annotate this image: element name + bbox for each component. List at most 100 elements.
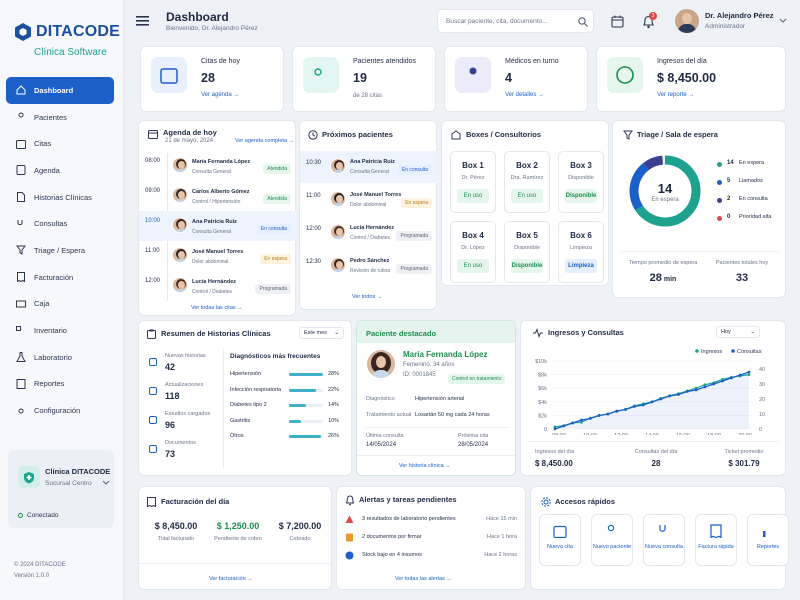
data-point <box>659 397 663 401</box>
alert-text[interactable]: 2 documentos por firmar <box>362 534 422 540</box>
y-tick-left: 0 <box>544 427 547 433</box>
quick-action-nueva-cita[interactable]: Nueva cita <box>539 514 581 566</box>
sidebar-item-triage-espera[interactable]: Triage / Espera <box>6 237 114 264</box>
y-tick-left: $10k <box>535 359 547 365</box>
box-tile[interactable]: Box 5 Disponible Disponible <box>504 221 550 283</box>
next-patient-row[interactable]: 11:00 José Manuel Torres Dolor abdominal En… <box>300 184 438 216</box>
calendar-icon[interactable] <box>611 15 624 28</box>
quick-action-nuevo-paciente[interactable]: Nuevo paciente <box>591 514 633 566</box>
box-tile[interactable]: Box 6 Limpieza Limpieza <box>558 221 604 283</box>
sidebar-item-reportes[interactable]: Reportes <box>6 371 114 398</box>
appointment-type: Consulta General <box>192 169 231 175</box>
patient-name: María Fernanda López <box>192 159 251 165</box>
user-avatar[interactable] <box>675 9 699 33</box>
alert-time: Hace 2 horas <box>484 552 517 558</box>
wait-value: 28 min <box>649 272 677 284</box>
data-point <box>562 424 566 428</box>
agenda-date: 21 de mayo, 2024 <box>165 138 214 144</box>
bell-icon <box>345 495 355 506</box>
y-tick-right: 30 <box>759 382 765 388</box>
agenda-row[interactable]: 08:00 María Fernanda López Consulta Genera… <box>139 151 297 181</box>
appointment-type: Revisión de rutina <box>350 268 391 274</box>
box-status: En uso <box>457 259 489 273</box>
agenda-row[interactable]: 10:00 Ana Patricia Ruiz Consulta General En… <box>139 211 297 241</box>
patient-avatar <box>172 217 188 233</box>
kpi-link[interactable]: Ver reporte → <box>657 92 694 98</box>
search-input[interactable]: Buscar paciente, cita, documento... <box>437 9 594 33</box>
agenda-card: Agenda de hoy 21 de mayo, 2024 Ver agend… <box>138 120 297 316</box>
kpi-card-1[interactable]: Pacientes atendidos 19 de 28 citas <box>292 46 436 112</box>
agenda-row[interactable]: 09:00 Carlos Alberto Gómez Control / Hiper… <box>139 181 297 211</box>
alerts-link[interactable]: Ver todas las alertas → <box>395 576 452 582</box>
box-icon <box>451 130 461 140</box>
kpi-card-3[interactable]: $ Ingresos del día $ 8,450.00 Ver reporte → <box>596 46 786 112</box>
patient-name: Lucía Hernández <box>192 279 237 285</box>
chart-stat-label: Ingresos del día <box>535 449 575 455</box>
quick-action-factura-r-pida[interactable]: $ Factura rápida <box>695 514 737 566</box>
kpi-link[interactable]: Ver agenda → <box>201 92 239 98</box>
historias-filter-select[interactable]: Este mes ⌄ <box>299 327 344 339</box>
next-all-link[interactable]: Ver todos → <box>352 294 382 300</box>
x-tick: 12:00 <box>614 433 628 435</box>
page-title: Dashboard <box>166 10 229 24</box>
brand-logo[interactable]: DITACODE <box>14 22 120 42</box>
revenue-chart-card: Ingresos y Consultas Hoy ⌄ Ingresos Consul… <box>520 320 786 476</box>
kpi-label: Citas de hoy <box>201 58 240 65</box>
sidebar-item-label: Laboratorio <box>34 352 72 362</box>
billing-value: $ 7,200.00 <box>278 521 322 531</box>
next-patient-row[interactable]: 12:00 Lucía Hernández Control / Diabetes Pr… <box>300 217 438 249</box>
user-icon <box>18 112 24 118</box>
welcome-text: Bienvenido, Dr. Alejandro Pérez <box>166 25 258 32</box>
sidebar-item-caja[interactable]: Caja <box>6 291 114 318</box>
box-tile[interactable]: Box 2 Dra. Ramírez En uso <box>504 151 550 213</box>
chart-filter-select[interactable]: Hoy ⌄ <box>716 326 760 338</box>
kpi-card-0[interactable]: Citas de hoy 28 Ver agenda → <box>140 46 284 112</box>
next-patient-row[interactable]: 10:30 Ana Patricia Ruiz Consulta General En… <box>300 151 438 183</box>
document-icon <box>149 445 157 453</box>
status-badge: Programada <box>396 231 432 241</box>
next-patient-row[interactable]: 12:30 Pedro Sánchez Revisión de rutina Prog… <box>300 250 438 282</box>
quick-action-reportes[interactable]: Reportes <box>747 514 789 566</box>
billing-link[interactable]: Ver facturación → <box>209 576 253 582</box>
pulse-icon <box>533 328 543 338</box>
stat-value: 96 <box>165 420 176 430</box>
appointment-type: Dolor abdominal <box>192 259 229 265</box>
alert-text[interactable]: 3 resultados de laboratorio pendientes <box>362 516 456 522</box>
quick-action-nueva-consulta[interactable]: Nueva consulta <box>643 514 685 566</box>
sidebar-item-dashboard[interactable]: Dashboard <box>6 77 114 104</box>
calendar-icon <box>151 57 187 93</box>
sidebar-item-inventario[interactable]: Inventario <box>6 317 114 344</box>
user-name: Dr. Alejandro Pérez <box>705 11 774 20</box>
sidebar-item-pacientes[interactable]: Pacientes <box>6 104 114 131</box>
sidebar-item-historias-cl-nicas[interactable]: Historias Clínicas <box>6 184 114 211</box>
sidebar-item-configuraci-n[interactable]: Configuración <box>6 397 114 424</box>
legend-label: Consultas <box>737 349 762 355</box>
total-value: 33 <box>735 272 749 284</box>
sidebar-item-citas[interactable]: Citas <box>6 130 114 157</box>
agenda-all-link[interactable]: Ver todas las citas → <box>191 305 243 311</box>
sidebar-item-facturaci-n[interactable]: Facturación <box>6 264 114 291</box>
legend-value: 0 <box>727 214 731 220</box>
agenda-full-link[interactable]: Ver agenda completa → <box>235 138 294 144</box>
sidebar-item-label: Agenda <box>34 165 60 175</box>
next-time: 11:00 <box>306 193 321 199</box>
hamburger-menu-icon[interactable] <box>136 16 149 28</box>
featured-history-link[interactable]: Ver historia clínica → <box>399 463 451 469</box>
agenda-row[interactable]: 12:00 Lucía Hernández Control / Diabetes Pr… <box>139 271 297 301</box>
diag-name: Gastritis <box>230 417 251 424</box>
alert-text[interactable]: Stock bajo en 4 insumos <box>362 552 422 558</box>
sidebar-item-agenda[interactable]: Agenda <box>6 157 114 184</box>
appointment-type: Control / Hipertensión <box>192 199 241 205</box>
sidebar-item-consultas[interactable]: Consultas <box>6 210 114 237</box>
agenda-row[interactable]: 11:00 José Manuel Torres Dolor abdominal En… <box>139 241 297 271</box>
total-label: Pacientes totales hoy <box>715 260 769 266</box>
clinic-card[interactable]: Clínica DITACODE Sucursal Centro Conecta… <box>8 450 114 528</box>
sidebar-item-laboratorio[interactable]: Laboratorio <box>6 344 114 371</box>
kpi-link[interactable]: Ver detalles → <box>505 92 544 98</box>
box-tile[interactable]: Box 4 Dr. López En uso <box>450 221 496 283</box>
chevron-down-icon[interactable] <box>779 18 787 24</box>
box-tile[interactable]: Box 1 Dr. Pérez En uso <box>450 151 496 213</box>
box-tile[interactable]: Box 3 Disponible Disponible <box>558 151 604 213</box>
search-icon[interactable] <box>578 17 588 27</box>
kpi-card-2[interactable]: Médicos en turno 4 Ver detalles → <box>444 46 588 112</box>
